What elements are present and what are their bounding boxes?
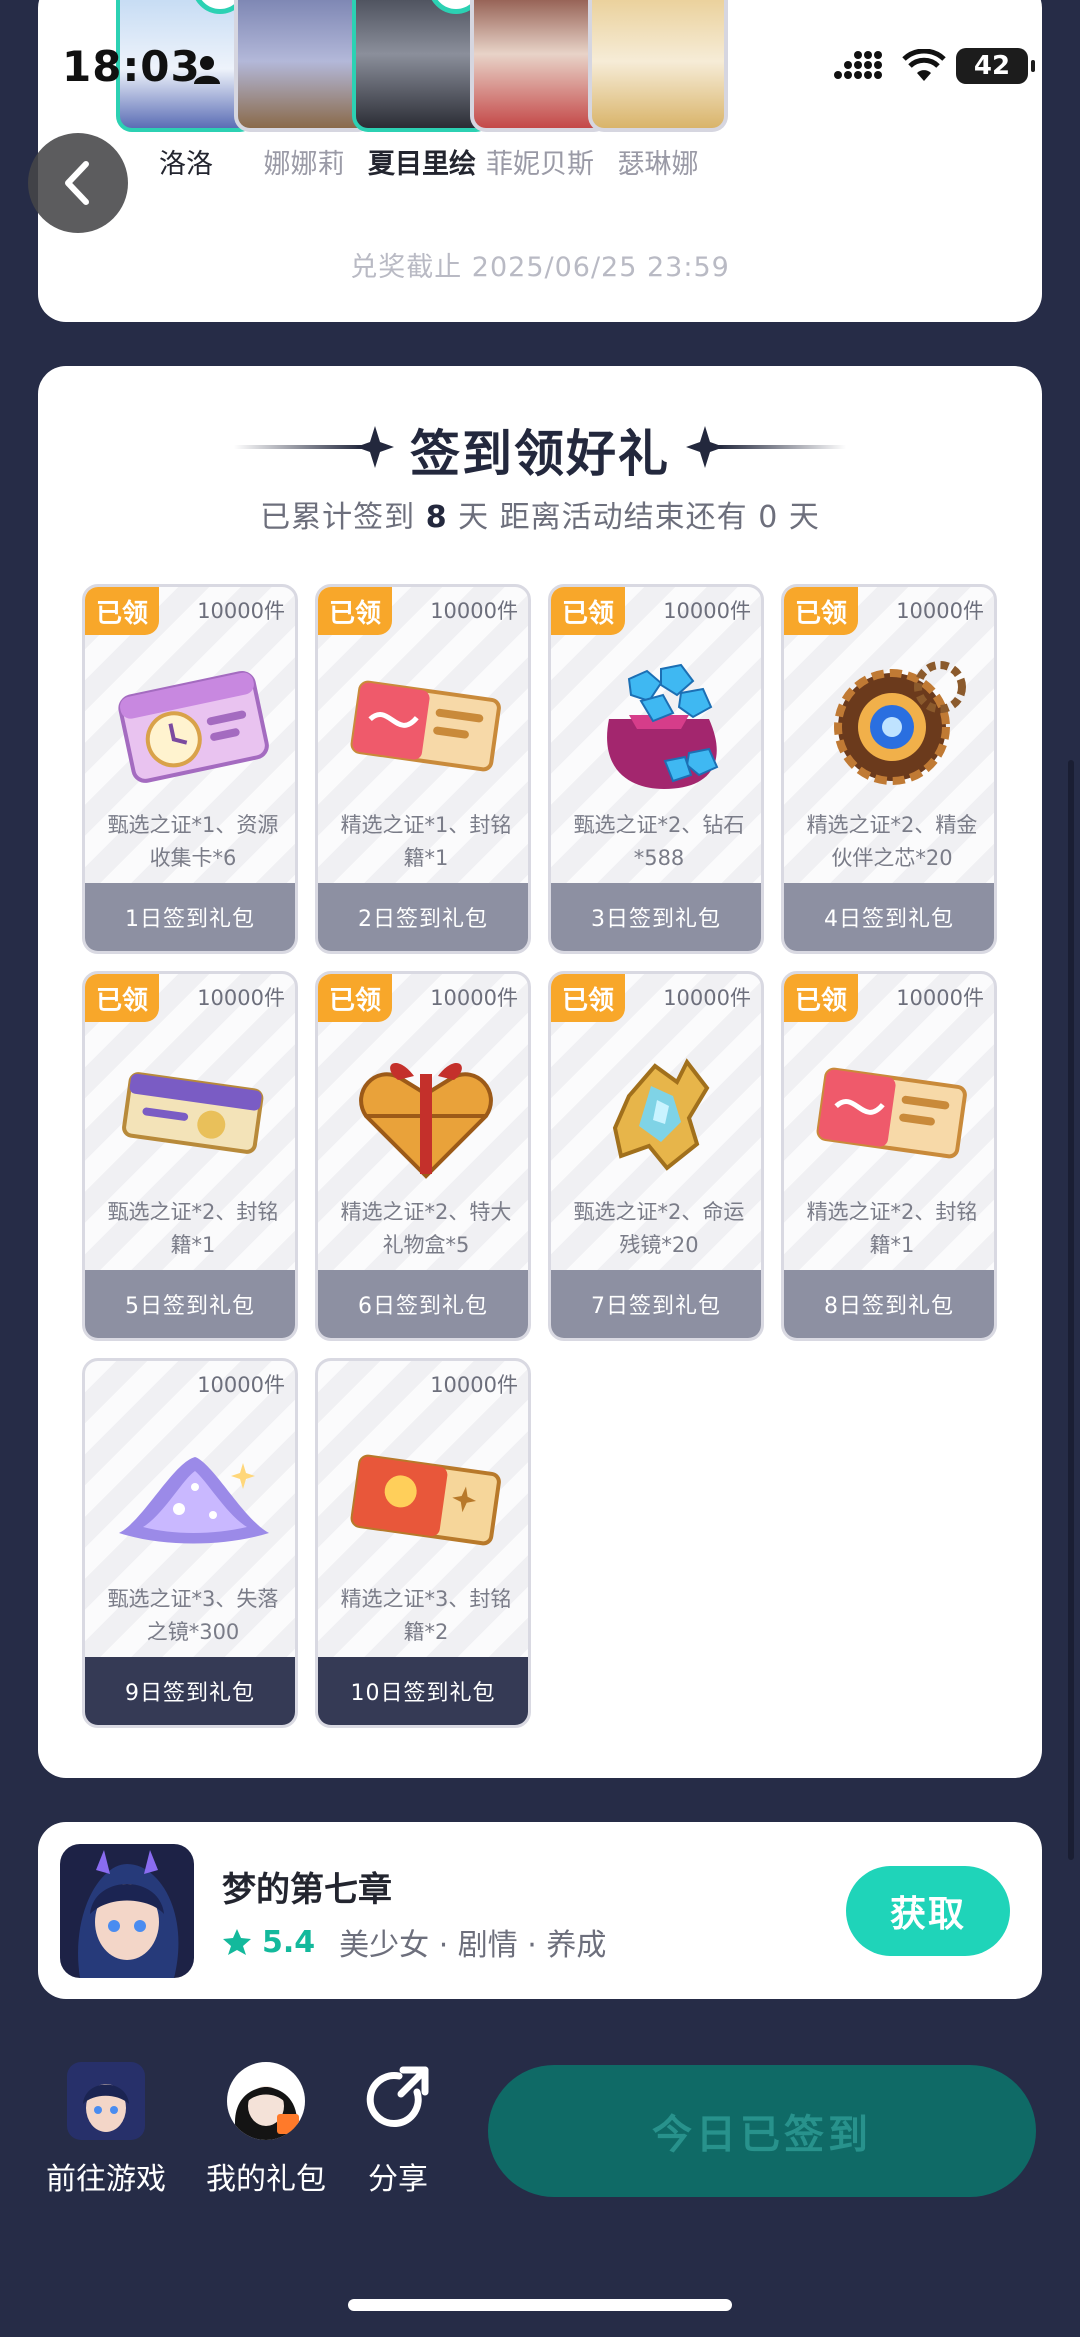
home-indicator[interactable] <box>348 2299 732 2311</box>
crystal-pile-icon <box>119 1457 269 1544</box>
user-avatar-icon <box>227 2062 305 2140</box>
gift-stock: 10000件 <box>663 599 751 623</box>
status-time: 18:03 <box>62 42 201 91</box>
claimed-badge: 已领 <box>784 974 858 1022</box>
gift-description: 精选之证*1、封铭籍*1 <box>340 813 512 870</box>
game-avatar-icon <box>67 2062 145 2140</box>
gift-description: 甄选之证*2、命运残镜*20 <box>573 1200 745 1257</box>
gift-stock: 10000件 <box>663 986 751 1010</box>
signin-progress-suffix: 天 距离活动结束还有 0 天 <box>447 500 820 535</box>
claimed-badge: 已领 <box>551 587 625 635</box>
gift-day-2[interactable]: 已领 10000件 精选之证*1、封铭籍*1 2日签到礼包 <box>315 584 531 954</box>
gift-day-1[interactable]: 已领 10000件 甄选之证*1、资源收集卡*6 1日签到礼包 <box>82 584 298 954</box>
gift-label: 7日签到礼包 <box>551 1270 761 1338</box>
gift-box-icon <box>359 1063 493 1179</box>
gift-day-7[interactable]: 已领 10000件 甄选之证*2、命运残镜*20 7日签到礼包 <box>548 971 764 1341</box>
ticket-icon <box>350 680 501 772</box>
goto-game-label: 前往游戏 <box>46 2162 166 2197</box>
gift-label: 5日签到礼包 <box>85 1270 295 1338</box>
claimed-badge: 已领 <box>85 587 159 635</box>
gift-description: 精选之证*2、精金伙伴之芯*20 <box>806 813 978 870</box>
claimed-badge: 已领 <box>551 974 625 1022</box>
chevron-left-icon <box>65 161 89 205</box>
gift-label: 8日签到礼包 <box>784 1270 994 1338</box>
goto-game-button[interactable]: 前往游戏 <box>44 2062 168 2198</box>
gift-description: 甄选之证*1、资源收集卡*6 <box>107 813 279 870</box>
ticket-icon <box>122 1072 264 1154</box>
gift-description: 精选之证*2、封铭籍*1 <box>806 1200 978 1257</box>
signin-title: 签到领好礼 <box>410 425 670 483</box>
character-selinna[interactable]: 瑟琳娜 <box>588 0 728 181</box>
share-label: 分享 <box>368 2162 428 2197</box>
character-name: 瑟琳娜 <box>617 149 699 180</box>
redeem-deadline: 兑奖截止 2025/06/25 23:59 <box>350 252 730 283</box>
gift-label: 10日签到礼包 <box>318 1657 528 1725</box>
signal-icon <box>834 51 882 79</box>
gift-stock: 10000件 <box>197 986 285 1010</box>
game-meta: 5.4 美少女 · 剧情 · 养成 <box>222 1920 606 1964</box>
my-gifts-label: 我的礼包 <box>206 2162 326 2197</box>
gift-day-4[interactable]: 已领 10000件 精选之证*2、精金伙伴之芯*20 4日签到礼包 <box>781 584 997 954</box>
ticket-icon <box>350 1454 501 1546</box>
signin-card: 签到领好礼 已累计签到 8 天 距离活动结束还有 0 天 已领 10000件 甄… <box>38 366 1042 1778</box>
gift-label: 1日签到礼包 <box>85 883 295 951</box>
gear-core-icon <box>834 661 966 785</box>
share-icon <box>359 2062 437 2140</box>
game-title: 梦的第七章 <box>222 1870 392 1910</box>
star-icon <box>223 1929 251 1955</box>
gift-description: 甄选之证*2、钻石*588 <box>573 813 745 870</box>
gift-day-9[interactable]: 10000件 甄选之证*3、失落之镜*300 9日签到礼包 <box>82 1358 298 1728</box>
gift-stock: 10000件 <box>197 599 285 623</box>
claimed-badge: 已领 <box>784 587 858 635</box>
share-button[interactable]: 分享 <box>358 2062 438 2198</box>
game-card[interactable]: 梦的第七章 5.4 美少女 · 剧情 · 养成 获取 <box>38 1822 1042 1999</box>
card-icon <box>118 670 269 783</box>
gift-day-8[interactable]: 已领 10000件 精选之证*2、封铭籍*1 8日签到礼包 <box>781 971 997 1341</box>
signin-title-row: 签到领好礼 <box>38 414 1042 484</box>
gift-label: 9日签到礼包 <box>85 1657 295 1725</box>
ticket-icon <box>816 1067 967 1159</box>
battery-indicator: 42 <box>956 48 1035 84</box>
diamond-bag-icon <box>607 663 719 789</box>
game-icon <box>60 1844 194 1978</box>
gift-label: 2日签到礼包 <box>318 883 528 951</box>
gift-stock: 10000件 <box>896 599 984 623</box>
back-button[interactable] <box>28 133 128 233</box>
gift-description: 精选之证*3、封铭籍*2 <box>340 1587 512 1644</box>
claimed-badge: 已领 <box>318 587 392 635</box>
gift-stock: 10000件 <box>896 986 984 1010</box>
gift-label: 4日签到礼包 <box>784 883 994 951</box>
signin-progress: 已累计签到 8 天 距离活动结束还有 0 天 <box>38 492 1042 536</box>
status-indicators: 42 <box>832 48 1035 84</box>
gift-description: 甄选之证*3、失落之镜*300 <box>107 1587 279 1644</box>
claimed-badge: 已领 <box>318 974 392 1022</box>
person-icon <box>194 56 220 84</box>
gift-stock: 10000件 <box>430 599 518 623</box>
bottom-bar: 前往游戏 我的礼包 分享 今日已签到 <box>0 2020 1080 2337</box>
signin-progress-prefix: 已累计签到 <box>260 500 426 535</box>
gift-stock: 10000件 <box>430 1373 518 1397</box>
gift-stock: 10000件 <box>197 1373 285 1397</box>
title-right-ornament <box>686 426 846 468</box>
mirror-shard-icon <box>612 1058 710 1171</box>
gift-description: 甄选之证*2、封铭籍*1 <box>107 1200 279 1257</box>
scrollbar[interactable] <box>1068 760 1074 1860</box>
gift-day-10[interactable]: 10000件 精选之证*3、封铭籍*2 10日签到礼包 <box>315 1358 531 1728</box>
gift-day-3[interactable]: 已领 10000件 甄选之证*2、钻石*588 3日签到礼包 <box>548 584 764 954</box>
gift-label: 3日签到礼包 <box>551 883 761 951</box>
gift-description: 精选之证*2、特大礼物盒*5 <box>340 1200 512 1257</box>
gift-day-5[interactable]: 已领 10000件 甄选之证*2、封铭籍*1 5日签到礼包 <box>82 971 298 1341</box>
claimed-badge: 已领 <box>85 974 159 1022</box>
character-portrait <box>588 0 728 132</box>
game-score: 5.4 <box>262 1924 316 1960</box>
game-tags: 美少女 · 剧情 · 养成 <box>339 1928 607 1963</box>
gift-label: 6日签到礼包 <box>318 1270 528 1338</box>
gift-stock: 10000件 <box>430 986 518 1010</box>
my-gifts-button[interactable]: 我的礼包 <box>204 2062 328 2198</box>
signin-days-count: 8 <box>425 500 448 535</box>
get-game-button[interactable]: 获取 <box>846 1866 1010 1956</box>
wifi-icon <box>902 49 946 81</box>
gift-day-6[interactable]: 已领 10000件 精选之证*2、特大礼物盒*5 6日签到礼包 <box>315 971 531 1341</box>
signed-today-button[interactable]: 今日已签到 <box>488 2065 1036 2197</box>
